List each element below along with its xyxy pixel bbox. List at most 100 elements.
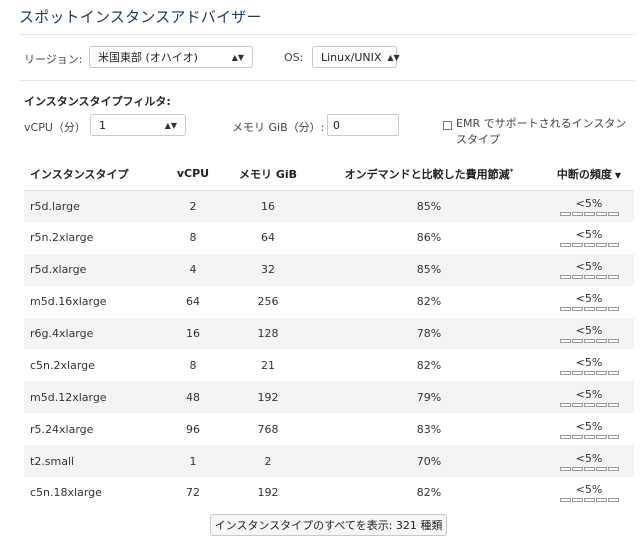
cell-interruption: <5%	[544, 286, 634, 318]
cell-instance-type: m5d.16xlarge	[30, 295, 107, 309]
region-select[interactable]: 米国東部 (オハイオ) ▲▼	[89, 46, 253, 68]
memory-label: メモリ GiB（分）:	[232, 121, 325, 134]
interruption-pct: <5%	[575, 451, 603, 465]
cell-savings: 82%	[416, 295, 442, 309]
cell-memory: 768	[257, 422, 279, 436]
cell-vcpu: 2	[164, 190, 222, 222]
table-row: r5n.2xlarge 8 64 86% <5%	[24, 222, 634, 254]
interruption-indicator: <5%	[559, 355, 619, 375]
table-row: m5d.16xlarge 64 256 82% <5%	[24, 286, 634, 318]
cell-vcpu: 64	[186, 295, 200, 309]
frequency-bars-icon	[559, 275, 619, 280]
cell-savings: 85%	[314, 253, 544, 286]
col-vcpu[interactable]: vCPU	[164, 158, 222, 191]
emr-checkbox[interactable]	[443, 121, 452, 130]
interruption-indicator: <5%	[559, 483, 619, 503]
cell-interruption: <5%	[544, 477, 634, 509]
interruption-pct: <5%	[575, 292, 603, 306]
header-divider	[19, 34, 635, 35]
os-label: OS:	[284, 51, 304, 64]
cell-instance-type: r5d.large	[24, 190, 164, 222]
region-label: リージョン:	[24, 53, 83, 66]
cell-memory: 16	[222, 190, 314, 222]
cell-vcpu: 4	[164, 253, 222, 286]
table-row: c5n.2xlarge 8 21 82% <5%	[24, 349, 634, 381]
cell-interruption: <5%	[544, 317, 634, 350]
cell-memory: 32	[222, 253, 314, 286]
cell-interruption: <5%	[544, 222, 634, 254]
interruption-pct: <5%	[575, 228, 603, 242]
cell-savings: 82%	[416, 358, 442, 372]
interruption-pct: <5%	[575, 355, 603, 369]
vcpu-select-value: 1	[99, 118, 106, 132]
cell-interruption: <5%	[544, 349, 634, 381]
filter-divider	[19, 80, 635, 81]
cell-instance-type: c5n.18xlarge	[30, 486, 102, 500]
table-row: r5.24xlarge 96 768 83% <5%	[24, 413, 634, 445]
cell-instance-type: m5d.12xlarge	[24, 381, 164, 414]
region-select-value: 米国東部 (オハイオ)	[98, 51, 198, 64]
interruption-pct: <5%	[575, 419, 603, 433]
cell-savings: 86%	[416, 231, 442, 245]
select-arrows-icon: ▲▼	[231, 52, 244, 62]
footnote-mark: *	[509, 167, 514, 176]
frequency-bars-icon	[559, 466, 619, 471]
cell-instance-type: r5d.xlarge	[24, 253, 164, 286]
cell-savings: 79%	[314, 381, 544, 414]
cell-vcpu: 72	[186, 486, 200, 500]
cell-memory: 2	[222, 445, 314, 478]
interruption-indicator: <5%	[559, 419, 619, 439]
interruption-pct: <5%	[575, 196, 603, 210]
instance-filter-title: インスタンスタイプフィルタ:	[24, 95, 171, 108]
page-title: スポットインスタンスアドバイザー	[19, 8, 262, 26]
table-row: t2.small 1 2 70% <5%	[24, 445, 634, 478]
interruption-indicator: <5%	[559, 324, 619, 343]
cell-instance-type: c5n.2xlarge	[30, 358, 95, 372]
col-instance-type[interactable]: インスタンスタイプ	[24, 158, 164, 191]
cell-vcpu: 16	[164, 317, 222, 350]
os-select[interactable]: Linux/UNIX ▲▼	[312, 46, 400, 68]
cell-memory: 21	[261, 358, 275, 372]
cell-interruption: <5%	[544, 381, 634, 414]
cell-vcpu: 8	[189, 231, 197, 245]
frequency-bars-icon	[559, 243, 619, 248]
table-header-row: インスタンスタイプ vCPU メモリ GiB オンデマンドと比較した費用節減* …	[24, 158, 634, 191]
interruption-indicator: <5%	[559, 388, 619, 407]
frequency-bars-icon	[559, 339, 619, 343]
col-savings[interactable]: オンデマンドと比較した費用節減*	[314, 158, 544, 191]
interruption-pct: <5%	[575, 324, 603, 337]
cell-interruption: <5%	[544, 445, 634, 478]
interruption-indicator: <5%	[559, 228, 619, 248]
memory-input[interactable]: 0	[327, 114, 399, 136]
col-interruption[interactable]: 中断の頻度 ▼	[544, 158, 634, 191]
cell-memory: 192	[257, 486, 279, 500]
col-memory[interactable]: メモリ GiB	[222, 158, 314, 191]
interruption-indicator: <5%	[559, 292, 619, 312]
interruption-pct: <5%	[575, 483, 603, 497]
cell-interruption: <5%	[544, 190, 634, 222]
memory-input-value: 0	[333, 118, 340, 132]
cell-interruption: <5%	[544, 253, 634, 286]
vcpu-select[interactable]: 1 ▲▼	[90, 114, 186, 136]
interruption-pct: <5%	[575, 260, 603, 274]
table-row: r6g.4xlarge 16 128 78% <5%	[24, 317, 634, 350]
cell-savings: 85%	[314, 190, 544, 222]
sort-down-icon[interactable]: ▼	[615, 171, 621, 180]
cell-vcpu: 1	[164, 445, 222, 478]
cell-memory: 128	[222, 317, 314, 350]
vcpu-label: vCPU（分）	[24, 121, 86, 134]
cell-instance-type: r5.24xlarge	[30, 422, 94, 436]
table-row: c5n.18xlarge 72 192 82% <5%	[24, 477, 634, 509]
show-all-instance-types-button[interactable]: インスタンスタイプのすべてを表示: 321 種類	[210, 514, 447, 536]
cell-instance-type: r5n.2xlarge	[30, 231, 94, 245]
cell-memory: 256	[257, 295, 279, 309]
cell-memory: 192	[222, 381, 314, 414]
select-arrows-icon: ▲▼	[387, 52, 400, 62]
cell-vcpu: 8	[189, 358, 197, 372]
table-row: m5d.12xlarge 48 192 79% <5%	[24, 381, 634, 414]
cell-interruption: <5%	[544, 413, 634, 445]
cell-savings: 70%	[314, 445, 544, 478]
frequency-bars-icon	[559, 434, 619, 439]
os-select-value: Linux/UNIX	[321, 50, 382, 64]
table-row: r5d.xlarge 4 32 85% <5%	[24, 253, 634, 286]
